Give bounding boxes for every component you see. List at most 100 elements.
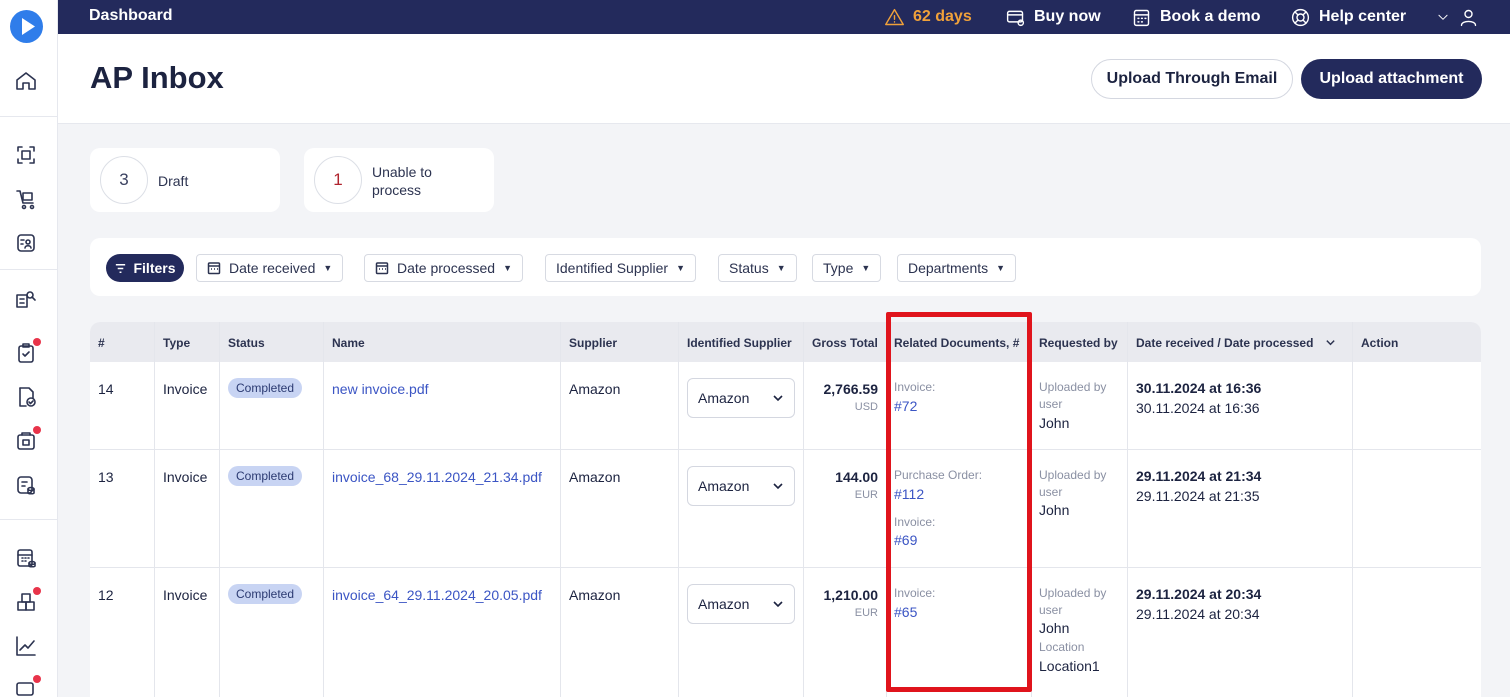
unable-to-process-stat-card[interactable]: 1 Unable to process: [304, 148, 494, 212]
date-processed-filter-label: Date processed: [397, 260, 496, 276]
trial-days-indicator[interactable]: 62 days: [884, 6, 972, 28]
column-header-action[interactable]: Action: [1361, 336, 1398, 350]
date-received: 29.11.2024 at 20:34: [1136, 586, 1262, 602]
left-sidebar: [0, 0, 58, 697]
filters-button[interactable]: Filters: [106, 254, 184, 282]
column-divider: [1031, 322, 1032, 697]
status-filter-label: Status: [729, 260, 769, 276]
date-received: 29.11.2024 at 21:34: [1136, 468, 1262, 484]
date-received-filter-label: Date received: [229, 260, 316, 276]
app-logo[interactable]: [10, 10, 43, 43]
gross-total-currency: USD: [854, 401, 878, 413]
sidebar-divider: [0, 116, 58, 117]
column-divider: [678, 322, 679, 697]
requested-by-label: user: [1039, 397, 1063, 411]
column-header-dates[interactable]: Date received / Date processed: [1136, 336, 1336, 350]
clipboard-check-icon[interactable]: [14, 338, 41, 365]
notification-dot: [33, 426, 41, 434]
calendar-grid-icon[interactable]: [14, 546, 38, 570]
gross-total-amount: 1,210.00: [823, 587, 879, 603]
requested-by-name: John: [1039, 502, 1070, 518]
row-id: 13: [98, 469, 114, 485]
help-center-button[interactable]: Help center: [1290, 6, 1406, 28]
column-header-status[interactable]: Status: [228, 336, 265, 350]
related-document-link[interactable]: #69: [894, 532, 917, 548]
related-document-link[interactable]: #65: [894, 604, 917, 620]
column-divider: [803, 322, 804, 697]
type-filter[interactable]: Type ▼: [812, 254, 882, 282]
chevron-down-icon: ▼: [996, 263, 1006, 273]
column-header-related-documents[interactable]: Related Documents, #: [894, 336, 1019, 350]
departments-filter[interactable]: Departments ▼: [897, 254, 1017, 282]
boxes-icon[interactable]: [14, 587, 41, 614]
identified-supplier-value: Amazon: [698, 596, 750, 612]
column-header-identified-supplier[interactable]: Identified Supplier: [687, 336, 792, 350]
payment-card-icon[interactable]: [14, 426, 41, 453]
lifebuoy-icon: [1291, 8, 1310, 26]
identified-supplier-filter[interactable]: Identified Supplier ▼: [545, 254, 696, 282]
buy-card-icon: [1006, 10, 1025, 26]
draft-count: 3: [100, 156, 148, 204]
status-filter[interactable]: Status ▼: [718, 254, 797, 282]
status-badge: Completed: [228, 378, 303, 398]
gross-total-amount: 2,766.59: [823, 381, 879, 397]
ap-inbox-table: # Type Status Name Supplier Identified S…: [90, 322, 1481, 697]
identified-supplier-value: Amazon: [698, 478, 750, 494]
identified-supplier-select[interactable]: Amazon: [687, 584, 795, 624]
requested-by-name: John: [1039, 415, 1070, 431]
home-icon[interactable]: [14, 69, 38, 93]
calendar-icon: [375, 262, 389, 275]
column-header-type[interactable]: Type: [163, 336, 190, 350]
document-name-link[interactable]: invoice_68_29.11.2024_21.34.pdf: [332, 469, 542, 485]
requested-by-label: user: [1039, 485, 1063, 499]
user-search-icon[interactable]: [14, 287, 38, 311]
related-document-type: Invoice:: [894, 586, 936, 600]
sidebar-divider: [0, 519, 58, 520]
book-demo-button[interactable]: Book a demo: [1131, 6, 1260, 28]
draft-stat-card[interactable]: 3 Draft: [90, 148, 280, 212]
upload-through-email-button[interactable]: Upload Through Email: [1091, 59, 1293, 99]
date-processed-filter[interactable]: Date processed ▼: [364, 254, 523, 282]
column-header-requested-by[interactable]: Requested by: [1039, 336, 1118, 350]
trial-days-label: 62 days: [913, 8, 972, 25]
top-bar: Dashboard 62 days Buy now Book a demo He…: [58, 0, 1510, 34]
date-processed: 29.11.2024 at 21:35: [1136, 488, 1260, 504]
scan-document-icon[interactable]: [14, 143, 38, 167]
column-header-gross-total[interactable]: Gross Total: [812, 336, 878, 350]
column-divider: [1352, 322, 1353, 697]
chevron-down-icon: [1438, 14, 1448, 20]
date-received: 30.11.2024 at 16:36: [1136, 380, 1262, 396]
date-processed: 30.11.2024 at 16:36: [1136, 400, 1260, 416]
related-document-type: Invoice:: [894, 380, 936, 394]
document-name-link[interactable]: new invoice.pdf: [332, 381, 429, 397]
date-received-filter[interactable]: Date received ▼: [196, 254, 344, 282]
identified-supplier-filter-label: Identified Supplier: [556, 260, 669, 276]
related-document-link[interactable]: #72: [894, 398, 917, 414]
column-divider: [560, 322, 561, 697]
identified-supplier-select[interactable]: Amazon: [687, 466, 795, 506]
user-icon: [1460, 9, 1477, 26]
chevron-down-icon: ▼: [676, 263, 685, 273]
column-header-number[interactable]: #: [98, 336, 105, 350]
calendar-icon: [1133, 9, 1150, 26]
trend-chart-icon[interactable]: [14, 634, 38, 658]
receipt-database-icon[interactable]: [14, 473, 38, 497]
breadcrumb[interactable]: Dashboard: [89, 7, 173, 25]
document-name-link[interactable]: invoice_64_29.11.2024_20.05.pdf: [332, 587, 542, 603]
chevron-down-icon: [773, 483, 783, 490]
notification-dot: [33, 338, 41, 346]
column-header-supplier[interactable]: Supplier: [569, 336, 617, 350]
message-icon[interactable]: [14, 675, 41, 697]
column-header-name[interactable]: Name: [332, 336, 365, 350]
identified-supplier-select[interactable]: Amazon: [687, 378, 795, 418]
invoice-approve-icon[interactable]: [14, 385, 38, 409]
buy-now-button[interactable]: Buy now: [1005, 6, 1101, 28]
cart-icon[interactable]: [14, 187, 38, 211]
column-divider: [323, 322, 324, 697]
supplier-document-icon[interactable]: [14, 231, 38, 255]
account-menu[interactable]: [1436, 6, 1479, 28]
related-document-link[interactable]: #112: [894, 486, 924, 502]
chevron-down-icon: ▼: [323, 263, 333, 273]
upload-attachment-button[interactable]: Upload attachment: [1301, 59, 1482, 99]
row-type: Invoice: [163, 381, 208, 397]
